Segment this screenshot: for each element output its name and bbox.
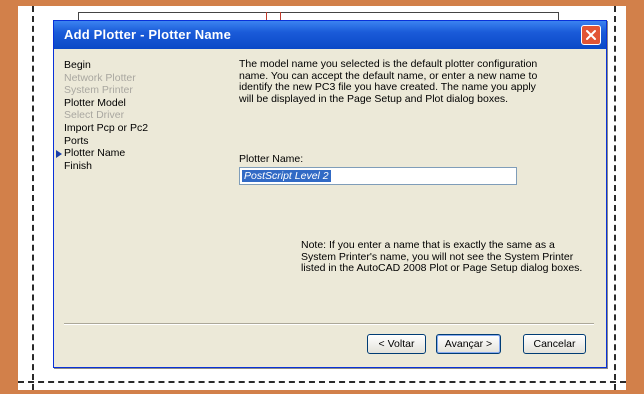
- description-text: The model name you selected is the defau…: [239, 58, 538, 105]
- step-finish: Finish: [64, 159, 93, 172]
- dashed-margin-left: [32, 6, 34, 390]
- close-button[interactable]: [581, 25, 601, 45]
- step-plotter-name-current: Plotter Name: [56, 147, 214, 160]
- next-button[interactable]: Avançar >: [436, 334, 501, 354]
- dashed-margin-right: [614, 6, 616, 390]
- note-text: Note: If you enter a name that is exactl…: [301, 239, 583, 274]
- step-ports: Ports: [64, 134, 89, 147]
- dialog-title: Add Plotter - Plotter Name: [64, 27, 231, 42]
- step-system-printer: System Printer: [64, 84, 133, 97]
- current-step-arrow-icon: [56, 150, 62, 159]
- back-button[interactable]: < Voltar: [367, 334, 426, 354]
- plotter-name-input[interactable]: PostScript Level 2: [239, 167, 517, 185]
- drawing-line: [78, 12, 558, 13]
- add-plotter-dialog: Add Plotter - Plotter Name Begin Network…: [53, 20, 607, 368]
- wizard-steps: Begin Network Plotter System Printer Plo…: [56, 59, 214, 172]
- dashed-margin-bottom: [18, 381, 626, 383]
- plotter-name-value: PostScript Level 2: [242, 170, 331, 182]
- step-plotter-model: Plotter Model: [64, 96, 126, 109]
- separator: [64, 323, 594, 325]
- plotter-name-label: Plotter Name:: [239, 153, 304, 165]
- step-select-driver: Select Driver: [64, 109, 125, 122]
- step-network-plotter: Network Plotter: [64, 71, 136, 84]
- title-bar[interactable]: Add Plotter - Plotter Name: [54, 21, 606, 49]
- cancel-button[interactable]: Cancelar: [523, 334, 586, 354]
- step-begin: Begin: [64, 59, 91, 71]
- step-import-pcp: Import Pcp or Pc2: [64, 121, 149, 134]
- step-plotter-name-label: Plotter Name: [64, 147, 126, 160]
- close-icon: [586, 30, 596, 40]
